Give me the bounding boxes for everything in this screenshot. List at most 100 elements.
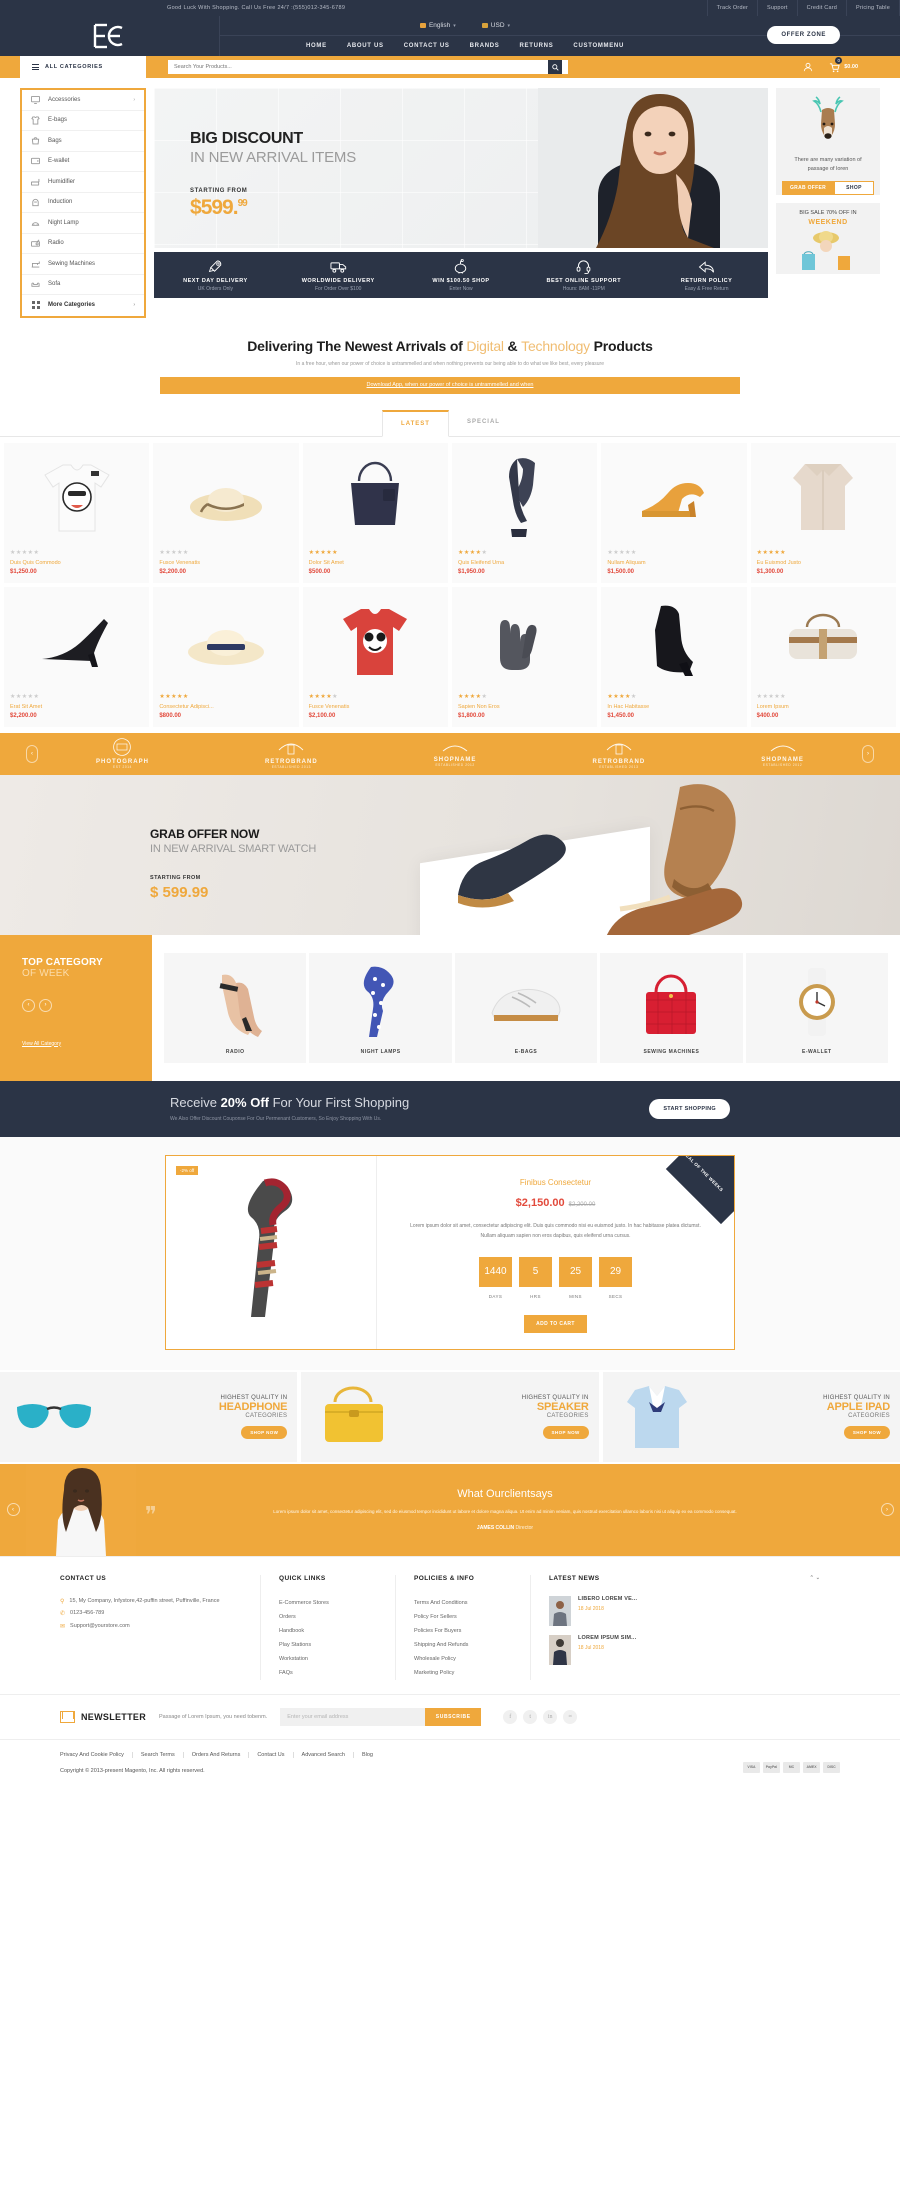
newsletter-subscribe-button[interactable]: SUBSCRIBE: [425, 1707, 482, 1726]
sidebar-item-bags[interactable]: Bags: [22, 131, 144, 152]
product-name[interactable]: Dolor Sit Amet: [309, 560, 442, 566]
shop-button[interactable]: SHOP: [834, 180, 874, 195]
logo[interactable]: [0, 16, 220, 56]
shop-now-button[interactable]: SHOP NOW: [542, 1425, 589, 1439]
top-category-card[interactable]: E-BAGS: [454, 952, 598, 1063]
promo-card-weekend-sale[interactable]: BIG SALE 70% OFF IN WEEKEND: [776, 202, 880, 274]
quality-banner-speaker[interactable]: HIGHEST QUALITY IN SPEAKER CATEGORIES SH…: [301, 1371, 599, 1462]
news-scroll-arrows-icon[interactable]: ⌃⌄: [810, 1575, 822, 1581]
top-category-card[interactable]: E-WALLET: [745, 952, 889, 1063]
brand-logo[interactable]: PHOTOGRAPH EST 2014: [96, 738, 149, 769]
nav-returns[interactable]: RETURNS: [520, 43, 554, 49]
news-title[interactable]: LOREM IPSUM SIM...: [578, 1635, 636, 1641]
tab-special[interactable]: SPECIAL: [449, 410, 518, 436]
start-shopping-button[interactable]: START SHOPPING: [649, 1098, 730, 1119]
sidebar-item-e-bags[interactable]: E-bags: [22, 111, 144, 131]
product-card[interactable]: ★★★★★ Quis Eleifend Urna $1,950.00: [451, 442, 598, 583]
footer-email[interactable]: Support@yourstore.com: [70, 1621, 130, 1634]
product-card[interactable]: ★★★★★ Lorem Ipsum $400.00: [750, 586, 896, 727]
quality-banner-ipad[interactable]: HIGHEST QUALITY IN APPLE IPAD CATEGORIES…: [602, 1371, 900, 1462]
download-app-link[interactable]: Download App, when our power of choice i…: [367, 382, 534, 388]
currency-selector[interactable]: USD ▾: [481, 22, 510, 29]
cart-button[interactable]: 0 $0.00: [829, 56, 858, 73]
brand-logo[interactable]: RETROBRAND ESTABLISHED 2013: [265, 738, 318, 769]
footer-bottom-link[interactable]: Orders And Returns: [184, 1751, 250, 1758]
footer-bottom-link[interactable]: Search Terms: [133, 1751, 184, 1758]
search-input[interactable]: [174, 64, 549, 70]
footer-bottom-link[interactable]: Contact Us: [249, 1751, 294, 1758]
brand-logo[interactable]: RETROBRAND ESTABLISHED 2013: [593, 738, 646, 769]
testimonial-next-button[interactable]: ›: [880, 1503, 894, 1516]
footer-link[interactable]: Shipping And Refunds: [414, 1638, 512, 1652]
grab-offer-banner[interactable]: GRAB OFFER NOW IN NEW ARRIVAL SMART WATC…: [0, 774, 900, 935]
quality-banner-headphone[interactable]: HIGHEST QUALITY IN HEADPHONE CATEGORIES …: [0, 1371, 298, 1462]
news-item[interactable]: LIBERO LOREM VE... 18 Jul 2018: [549, 1595, 822, 1626]
sidebar-item-radio[interactable]: Radio: [22, 234, 144, 254]
product-card[interactable]: ★★★★★ Eu Euismod Justo $1,300.00: [750, 442, 896, 583]
product-name[interactable]: Eu Euismod Justo: [757, 560, 890, 566]
sidebar-item-night-lamp[interactable]: Night Lamp: [22, 213, 144, 234]
brand-logo[interactable]: SHOPNAME ESTABLISHED 2012: [761, 740, 804, 767]
product-card[interactable]: ★★★★★ Dolor Sit Amet $500.00: [302, 442, 448, 583]
footer-link[interactable]: Workstation: [279, 1652, 377, 1666]
footer-link[interactable]: Marketing Policy: [414, 1666, 512, 1680]
download-app-strip[interactable]: Download App, when our power of choice i…: [160, 376, 740, 394]
top-category-card[interactable]: NIGHT LAMPS: [309, 952, 452, 1063]
tab-latest[interactable]: LATEST: [382, 409, 449, 437]
footer-bottom-link[interactable]: Privacy And Cookie Policy: [60, 1751, 133, 1758]
footer-link[interactable]: Play Stations: [279, 1638, 377, 1652]
product-name[interactable]: Fusce Venenatis: [309, 704, 442, 710]
account-icon[interactable]: [803, 62, 813, 72]
sidebar-item-more-categories[interactable]: More Categories ›: [22, 295, 144, 316]
product-name[interactable]: In Hac Habitasse: [607, 704, 740, 710]
search-field[interactable]: [168, 60, 568, 74]
product-name[interactable]: Quis Eleifend Urna: [458, 560, 591, 566]
sidebar-item-humidifier[interactable]: Humidifier: [22, 172, 144, 193]
view-all-category-link[interactable]: View All Category: [22, 1041, 61, 1047]
hero-carousel[interactable]: BIG DISCOUNT IN NEW ARRIVAL ITEMS STARTI…: [154, 88, 768, 318]
top-category-card[interactable]: RADIO: [164, 952, 307, 1063]
footer-link[interactable]: Wholesale Policy: [414, 1652, 512, 1666]
shop-now-button[interactable]: SHOP NOW: [241, 1425, 288, 1439]
product-card[interactable]: ★★★★★ Sapien Non Eros $1,800.00: [451, 586, 598, 727]
topbar-link-support[interactable]: Support: [757, 0, 797, 16]
nav-custommenu[interactable]: CUSTOMMENU: [573, 43, 624, 49]
top-category-next-button[interactable]: ›: [39, 998, 52, 1012]
footer-link[interactable]: E-Commerce Stores: [279, 1596, 377, 1610]
brand-prev-button[interactable]: ‹: [26, 744, 38, 763]
testimonial-prev-button[interactable]: ‹: [6, 1503, 20, 1516]
footer-link[interactable]: Policies For Buyers: [414, 1624, 512, 1638]
add-to-cart-button[interactable]: ADD TO CART: [524, 1314, 587, 1333]
product-name[interactable]: Nullam Aliquam: [607, 560, 740, 566]
newsletter-email-input[interactable]: Enter your email address: [280, 1707, 426, 1726]
nav-about-us[interactable]: ABOUT US: [347, 43, 384, 49]
shop-now-button[interactable]: SHOP NOW: [843, 1425, 890, 1439]
news-item[interactable]: LOREM IPSUM SIM... 18 Jul 2018: [549, 1634, 822, 1665]
top-category-card[interactable]: SEWING MACHINES: [600, 952, 743, 1063]
facebook-icon[interactable]: f: [503, 1709, 518, 1724]
linkedin-icon[interactable]: in: [543, 1709, 558, 1724]
news-title[interactable]: LIBERO LOREM VE...: [578, 1596, 637, 1602]
rss-icon[interactable]: ≈: [563, 1709, 578, 1724]
language-selector[interactable]: English ▾: [419, 22, 456, 29]
product-card[interactable]: ★★★★★ Erat Sit Amet $2,200.00: [4, 586, 150, 727]
topbar-link-pricing-table[interactable]: Pricing Table: [846, 0, 900, 16]
product-name[interactable]: Fusce Venenatis: [159, 560, 292, 566]
offer-zone-button[interactable]: OFFER ZONE: [767, 26, 840, 44]
footer-link[interactable]: FAQs: [279, 1666, 377, 1680]
nav-contact-us[interactable]: CONTACT US: [404, 43, 450, 49]
sidebar-item-accessories[interactable]: Accessories ›: [22, 90, 144, 111]
product-name[interactable]: Consectetur Adipisci...: [159, 704, 292, 710]
product-name[interactable]: Erat Sit Amet: [10, 704, 143, 710]
product-card[interactable]: ★★★★★ Consectetur Adipisci... $800.00: [153, 586, 299, 727]
top-category-prev-button[interactable]: ‹: [22, 998, 35, 1012]
topbar-link-track-order[interactable]: Track Order: [706, 0, 757, 16]
product-name[interactable]: Sapien Non Eros: [458, 704, 591, 710]
sidebar-item-sofa[interactable]: Sofa: [22, 275, 144, 295]
sidebar-item-induction[interactable]: Induction: [22, 193, 144, 213]
footer-bottom-link[interactable]: Advanced Search: [294, 1751, 354, 1758]
footer-link[interactable]: Policy For Sellers: [414, 1610, 512, 1624]
footer-link[interactable]: Orders: [279, 1610, 377, 1624]
grab-offer-button[interactable]: GRAB OFFER: [782, 180, 834, 195]
promo-card-deer[interactable]: There are many variation of passage of l…: [776, 88, 880, 195]
